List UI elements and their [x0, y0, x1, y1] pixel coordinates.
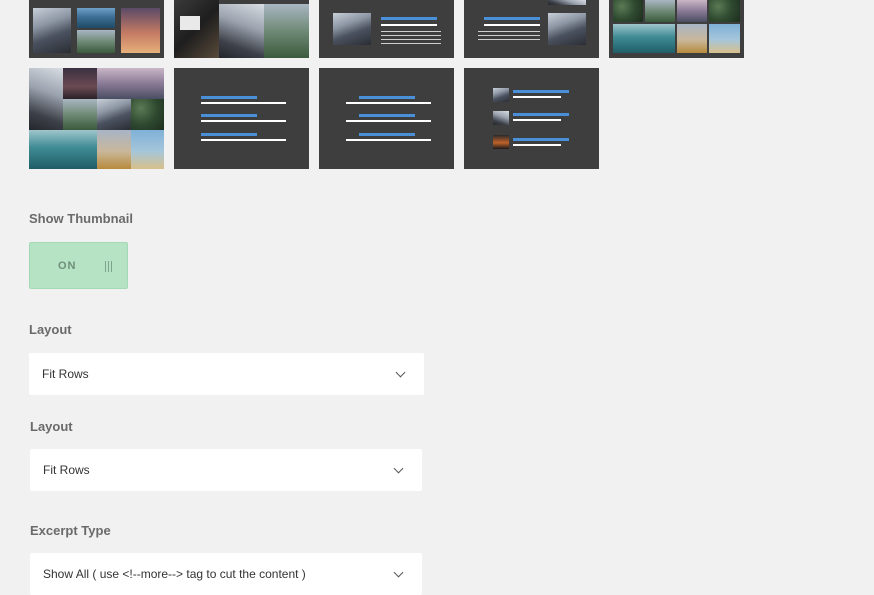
thumbnail-image — [645, 0, 675, 22]
thumbnail-image — [63, 68, 97, 99]
layout-option-list-small-thumbs[interactable] — [464, 68, 599, 169]
thumbnail-image — [613, 0, 643, 22]
laptop-icon — [180, 16, 200, 30]
thumbnail-image — [131, 99, 164, 130]
layout-option-list-image-left[interactable] — [319, 0, 454, 58]
thumbnail-image — [548, 13, 586, 45]
thumbnail-image — [131, 130, 164, 169]
text-line — [484, 24, 540, 26]
title-line — [381, 17, 437, 20]
thumbnail-image — [219, 4, 264, 58]
thumbnail-image — [29, 68, 63, 130]
excerpt-type-label: Excerpt Type — [30, 523, 111, 538]
text-line — [381, 35, 441, 36]
thumbnail-image — [97, 68, 164, 99]
layout-option-masonry-photos[interactable] — [174, 0, 309, 58]
thumbnail-image — [613, 24, 675, 53]
text-line — [478, 35, 540, 36]
thumbnail-image — [493, 88, 509, 102]
thumbnail-image — [264, 4, 309, 58]
layout-select-secondary[interactable]: Fit Rows — [30, 449, 422, 491]
thumbnail-image — [77, 30, 115, 53]
thumbnail-image — [548, 0, 586, 5]
thumbnail-image — [333, 13, 371, 45]
thumbnail-image — [97, 130, 131, 169]
title-line — [359, 114, 415, 117]
chevron-down-icon — [393, 567, 404, 578]
thumbnail-image — [63, 99, 97, 130]
text-line — [513, 119, 561, 121]
text-line — [346, 139, 431, 141]
title-line — [513, 138, 569, 141]
thumbnail-image — [709, 24, 740, 53]
layout-select-value: Fit Rows — [43, 463, 90, 477]
layout-option-collage-photos[interactable] — [29, 68, 164, 169]
title-line — [201, 96, 257, 99]
show-thumbnail-toggle[interactable]: ON — [29, 242, 128, 289]
layout-option-list-image-right[interactable] — [464, 0, 599, 58]
text-line — [201, 139, 286, 141]
text-line — [478, 39, 540, 40]
thumbnail-image — [33, 8, 71, 53]
thumbnail-image — [677, 24, 707, 53]
thumbnail-image — [77, 8, 115, 28]
text-line — [381, 43, 441, 44]
thumbnail-image — [97, 99, 131, 130]
title-line — [359, 133, 415, 136]
title-line — [513, 90, 569, 93]
show-thumbnail-label: Show Thumbnail — [29, 211, 133, 226]
text-line — [381, 24, 437, 26]
thumbnail-image — [493, 111, 509, 125]
layout-option-mosaic-photos[interactable] — [609, 0, 744, 58]
chevron-down-icon — [395, 367, 406, 378]
title-line — [484, 17, 540, 20]
layout-label-secondary: Layout — [30, 419, 73, 434]
title-line — [201, 133, 257, 136]
grip-icon — [105, 261, 112, 272]
thumbnail-image — [493, 135, 509, 149]
thumbnail-image — [121, 8, 160, 53]
text-line — [381, 39, 441, 40]
title-line — [201, 114, 257, 117]
layout-option-text-list-left[interactable] — [174, 68, 309, 169]
excerpt-type-select[interactable]: Show All ( use <!--more--> tag to cut th… — [30, 553, 422, 595]
layout-option-text-list-center[interactable] — [319, 68, 454, 169]
toggle-state-text: ON — [58, 260, 77, 272]
layout-option-grid-photos[interactable] — [29, 0, 164, 58]
text-line — [513, 144, 561, 146]
excerpt-type-value: Show All ( use <!--more--> tag to cut th… — [43, 567, 306, 581]
layout-label: Layout — [29, 322, 72, 337]
text-line — [346, 120, 431, 122]
thumbnail-image — [677, 0, 707, 22]
title-line — [513, 113, 569, 116]
text-line — [346, 102, 431, 104]
text-line — [201, 102, 286, 104]
title-line — [359, 96, 415, 99]
chevron-down-icon — [393, 463, 404, 474]
text-line — [478, 31, 540, 32]
text-line — [201, 120, 286, 122]
layout-select-value: Fit Rows — [42, 367, 89, 381]
thumbnail-image — [709, 0, 740, 22]
thumbnail-image — [29, 130, 97, 169]
text-line — [513, 96, 561, 98]
layout-select[interactable]: Fit Rows — [29, 353, 424, 395]
text-line — [381, 31, 441, 32]
